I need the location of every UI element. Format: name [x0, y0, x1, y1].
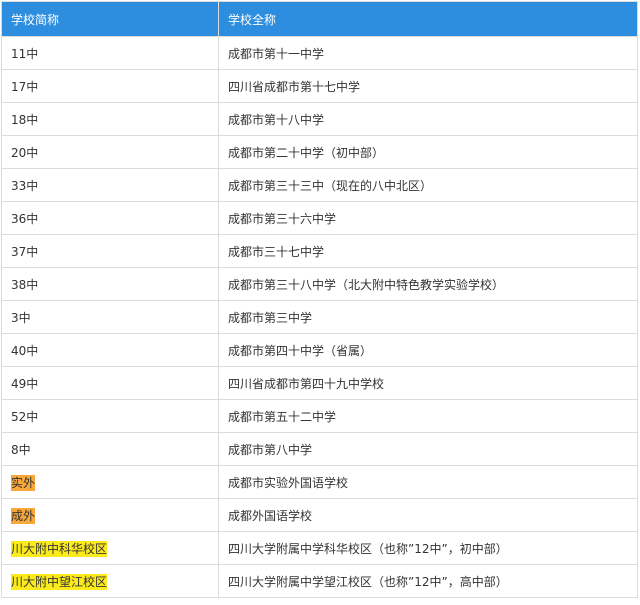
short-name-text: 33中: [11, 178, 39, 193]
short-name-text: 8中: [11, 442, 31, 457]
table-row: 20中 成都市第二十中学（初中部）: [1, 135, 638, 169]
cell-full-name: 成都市第五十二中学: [218, 399, 638, 433]
short-name-text: 成外: [11, 507, 36, 524]
table-row: 川大附中科华校区 四川大学附属中学科华校区（也称”12中”，初中部）: [1, 531, 638, 565]
cell-short-name: 38中: [1, 267, 219, 301]
short-name-text: 川大附中望江校区: [11, 573, 108, 590]
short-name-text: 37中: [11, 244, 39, 259]
cell-short-name: 3中: [1, 300, 219, 334]
short-name-text: 17中: [11, 79, 39, 94]
cell-short-name: 40中: [1, 333, 219, 367]
cell-short-name: 20中: [1, 135, 219, 169]
cell-short-name: 49中: [1, 366, 219, 400]
table-row: 17中 四川省成都市第十七中学: [1, 69, 638, 103]
cell-full-name: 成都市第十八中学: [218, 102, 638, 136]
short-name-text: 38中: [11, 277, 39, 292]
cell-short-name: 实外: [1, 465, 219, 499]
cell-full-name: 成都市第八中学: [218, 432, 638, 466]
school-table: 学校简称 学校全称 11中 成都市第十一中学 17中 四川省成都市第十七中学 18中 成都…: [1, 1, 638, 598]
table-row: 40中 成都市第四十中学（省属）: [1, 333, 638, 367]
short-name-text: 川大附中科华校区: [11, 540, 108, 557]
cell-short-name: 33中: [1, 168, 219, 202]
table-row: 49中 四川省成都市第四十九中学校: [1, 366, 638, 400]
cell-full-name: 成都市第十一中学: [218, 36, 638, 70]
cell-short-name: 川大附中科华校区: [1, 531, 219, 565]
cell-short-name: 17中: [1, 69, 219, 103]
table-row: 3中 成都市第三中学: [1, 300, 638, 334]
short-name-text: 18中: [11, 112, 39, 127]
cell-full-name: 成都市第四十中学（省属）: [218, 333, 638, 367]
table-body: 11中 成都市第十一中学 17中 四川省成都市第十七中学 18中 成都市第十八中学 20中成…: [1, 36, 638, 598]
cell-short-name: 52中: [1, 399, 219, 433]
cell-full-name: 四川省成都市第四十九中学校: [218, 366, 638, 400]
cell-full-name: 四川大学附属中学科华校区（也称”12中”，初中部）: [218, 531, 638, 565]
cell-short-name: 36中: [1, 201, 219, 235]
cell-short-name: 11中: [1, 36, 219, 70]
short-name-text: 49中: [11, 376, 39, 391]
short-name-text: 20中: [11, 145, 39, 160]
table-row: 11中 成都市第十一中学: [1, 36, 638, 70]
table-row: 36中 成都市第三十六中学: [1, 201, 638, 235]
cell-full-name: 成都市第三中学: [218, 300, 638, 334]
cell-short-name: 37中: [1, 234, 219, 268]
short-name-text: 52中: [11, 409, 39, 424]
cell-full-name: 四川省成都市第十七中学: [218, 69, 638, 103]
cell-short-name: 川大附中望江校区: [1, 564, 219, 598]
table-row: 川大附中望江校区 四川大学附属中学望江校区（也称”12中”，高中部）: [1, 564, 638, 598]
table-row: 37中 成都市三十七中学: [1, 234, 638, 268]
cell-full-name: 成都市第三十八中学（北大附中特色教学实验学校）: [218, 267, 638, 301]
header-full-name: 学校全称: [218, 1, 638, 37]
short-name-text: 实外: [11, 474, 36, 491]
table-row: 52中 成都市第五十二中学: [1, 399, 638, 433]
cell-full-name: 成都市第二十中学（初中部）: [218, 135, 638, 169]
cell-full-name: 成都外国语学校: [218, 498, 638, 532]
cell-short-name: 成外: [1, 498, 219, 532]
cell-short-name: 8中: [1, 432, 219, 466]
short-name-text: 3中: [11, 310, 31, 325]
table-header-row: 学校简称 学校全称: [1, 1, 638, 37]
short-name-text: 40中: [11, 343, 39, 358]
cell-full-name: 成都市第三十三中（现在的八中北区）: [218, 168, 638, 202]
table-row: 38中 成都市第三十八中学（北大附中特色教学实验学校）: [1, 267, 638, 301]
header-short-name: 学校简称: [1, 1, 219, 37]
cell-full-name: 成都市第三十六中学: [218, 201, 638, 235]
short-name-text: 11中: [11, 46, 39, 61]
table-row: 18中 成都市第十八中学: [1, 102, 638, 136]
cell-full-name: 四川大学附属中学望江校区（也称”12中”，高中部）: [218, 564, 638, 598]
table-row: 33中 成都市第三十三中（现在的八中北区）: [1, 168, 638, 202]
cell-short-name: 18中: [1, 102, 219, 136]
table-row: 成外 成都外国语学校: [1, 498, 638, 532]
table-row: 8中 成都市第八中学: [1, 432, 638, 466]
short-name-text: 36中: [11, 211, 39, 226]
cell-full-name: 成都市三十七中学: [218, 234, 638, 268]
cell-full-name: 成都市实验外国语学校: [218, 465, 638, 499]
table-row: 实外 成都市实验外国语学校: [1, 465, 638, 499]
